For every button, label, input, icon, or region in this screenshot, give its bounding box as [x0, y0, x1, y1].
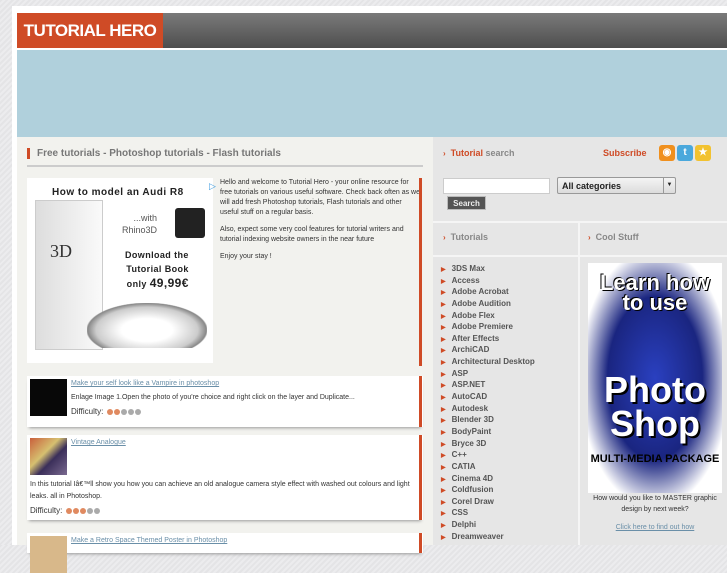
sidebar: › Tutorial search Subscribe ◉ t ★ All cat…	[433, 137, 727, 545]
category-link[interactable]: ▶ Adobe Flex	[441, 310, 535, 322]
article-title-link[interactable]: Vintage Analogue	[71, 439, 126, 446]
arrow-right-icon: ▶	[441, 348, 446, 355]
ad-with-text: ...with Rhino3D	[122, 213, 158, 235]
arrow-right-icon: ▶	[441, 464, 446, 471]
accent-bar	[419, 533, 422, 553]
photoshop-promo-banner[interactable]: Learn how to use Photo Shop MULTI-MEDIA …	[588, 263, 722, 493]
divider	[578, 221, 580, 545]
difficulty-rating: Difficulty:	[71, 407, 141, 416]
search-button[interactable]: Search	[447, 196, 486, 210]
category-link[interactable]: ▶ ArchiCAD	[441, 344, 535, 356]
arrow-right-icon: ▶	[441, 429, 446, 436]
arrow-right-icon: ▶	[441, 267, 446, 273]
arrow-right-icon: ▶	[441, 395, 446, 402]
category-link[interactable]: ▶ Coldfusion	[441, 484, 535, 496]
accent-bar	[419, 178, 422, 366]
arrow-right-icon: ▶	[441, 278, 446, 285]
category-link[interactable]: ▶ Bryce 3D	[441, 438, 535, 450]
search-input[interactable]	[443, 178, 550, 194]
rhino-logo-icon	[175, 208, 205, 238]
promo-text: How would you like to MASTER graphic des…	[593, 495, 717, 513]
arrow-right-icon: ▶	[441, 488, 446, 495]
category-link[interactable]: ▶ Cinema 4D	[441, 473, 535, 485]
arrow-right-icon: ▶	[441, 383, 446, 390]
subscribe-label: Subscribe	[603, 148, 647, 158]
category-link[interactable]: ▶ Adobe Audition	[441, 298, 535, 310]
accent-bar	[419, 376, 422, 427]
category-link[interactable]: ▶ Adobe Acrobat	[441, 286, 535, 298]
article-card: Make a Retro Space Themed Poster in Phot…	[27, 533, 423, 573]
cool-stuff-heading: › Cool Stuff	[588, 232, 639, 242]
banner-ad-area	[17, 50, 727, 137]
arrow-right-icon: ▶	[441, 499, 446, 506]
page-title: Free tutorials - Photoshop tutorials - F…	[27, 148, 281, 159]
category-link[interactable]: ▶ Access	[441, 275, 535, 287]
category-link[interactable]: ▶ Delphi	[441, 519, 535, 531]
category-link[interactable]: ▶ ASP	[441, 368, 535, 380]
category-link[interactable]: ▶ Autodesk	[441, 403, 535, 415]
accent-bar	[419, 435, 422, 520]
ad-headline: How to model an Audi R8	[52, 187, 184, 198]
arrow-right-icon: ▶	[441, 453, 446, 460]
chevron-down-icon: ▼	[663, 178, 675, 193]
intro-text: Hello and welcome to Tutorial Hero - you…	[220, 179, 420, 260]
adchoices-icon[interactable]: ▷	[209, 181, 216, 192]
site-header: TUTORIAL HERO	[17, 13, 727, 48]
category-link[interactable]: ▶ C++	[441, 449, 535, 461]
arrow-right-icon: ▶	[441, 511, 446, 518]
arrow-right-icon: ▶	[441, 418, 446, 425]
arrow-right-icon: ▶	[441, 290, 446, 297]
arrow-right-icon: ▶	[441, 476, 446, 483]
category-link[interactable]: ▶ After Effects	[441, 333, 535, 345]
category-link[interactable]: ▶ CSS	[441, 507, 535, 519]
category-list: ▶ 3DS Max ▶ Access ▶ Adobe Acrobat ▶ Adobe Audi…	[441, 263, 535, 542]
arrow-right-icon: ▶	[441, 313, 446, 320]
article-description: In this tutorial Iâ€™ll show you how you…	[30, 481, 410, 500]
category-link[interactable]: ▶ ASP.NET	[441, 379, 535, 391]
advertisement[interactable]: How to model an Audi R8 ▷ 3D ...with Rhin…	[27, 178, 216, 363]
category-link[interactable]: ▶ Blender 3D	[441, 414, 535, 426]
arrow-right-icon: ▶	[441, 406, 446, 413]
category-link[interactable]: ▶ CATIA	[441, 461, 535, 473]
arrow-right-icon: ▶	[441, 325, 446, 332]
category-link[interactable]: ▶ 3DS Max	[441, 263, 535, 275]
arrow-right-icon: ▶	[441, 441, 446, 448]
favorite-star-icon[interactable]: ★	[695, 145, 711, 161]
search-heading: › Tutorial search	[443, 148, 515, 158]
main-content: Free tutorials - Photoshop tutorials - F…	[17, 137, 433, 573]
arrow-right-icon: ▶	[441, 301, 446, 308]
article-title-link[interactable]: Make a Retro Space Themed Poster in Phot…	[71, 537, 227, 544]
car-image	[87, 303, 207, 348]
divider	[433, 221, 727, 223]
divider	[433, 255, 727, 257]
category-link[interactable]: ▶ Architectural Desktop	[441, 356, 535, 368]
category-link[interactable]: ▶ Dreamweaver	[441, 531, 535, 543]
divider	[27, 165, 423, 167]
arrow-right-icon: ▶	[441, 360, 446, 367]
arrow-right-icon: ▶	[441, 523, 446, 530]
rss-icon[interactable]: ◉	[659, 145, 675, 161]
article-title-link[interactable]: Make your self look like a Vampire in ph…	[71, 380, 219, 387]
difficulty-rating: Difficulty:	[30, 506, 100, 515]
category-link[interactable]: ▶ Corel Draw	[441, 496, 535, 508]
article-thumbnail[interactable]	[30, 438, 67, 475]
category-link[interactable]: ▶ AutoCAD	[441, 391, 535, 403]
twitter-icon[interactable]: t	[677, 145, 693, 161]
category-link[interactable]: ▶ Adobe Premiere	[441, 321, 535, 333]
arrow-right-icon: ▶	[441, 336, 446, 343]
ad-cta: Download the Tutorial Book only 49,99€	[125, 250, 189, 290]
article-description: Enlage Image 1.Open the photo of you're …	[71, 394, 355, 401]
article-thumbnail[interactable]	[30, 536, 67, 573]
category-link[interactable]: ▶ BodyPaint	[441, 426, 535, 438]
tutorials-heading: › Tutorials	[443, 232, 489, 242]
arrow-right-icon: ▶	[441, 371, 446, 378]
article-thumbnail[interactable]	[30, 379, 67, 416]
category-select[interactable]: All categories ▼	[557, 177, 676, 194]
article-card: Make your self look like a Vampire in ph…	[27, 376, 423, 427]
promo-link[interactable]: Click here to find out how	[590, 524, 720, 531]
site-logo[interactable]: TUTORIAL HERO	[17, 13, 163, 48]
article-card: Vintage Analogue In this tutorial Iâ€™ll…	[27, 435, 423, 520]
arrow-right-icon: ▶	[441, 534, 446, 541]
